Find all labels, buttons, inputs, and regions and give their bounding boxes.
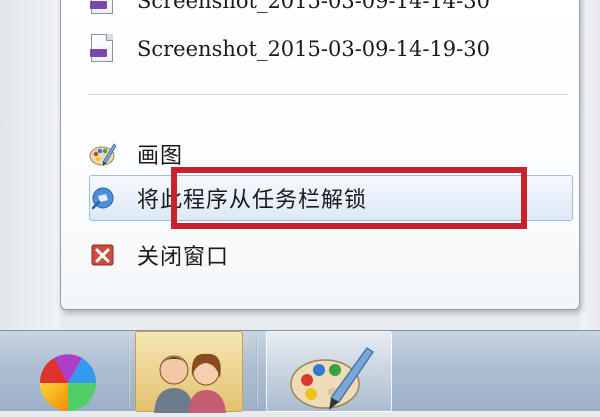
taskbar xyxy=(0,330,600,413)
taskbar-button-colorful-app[interactable] xyxy=(20,331,116,412)
taskbar-divider xyxy=(256,337,258,407)
paint-palette-icon xyxy=(290,347,374,410)
recent-item-label: Screenshot_2015-03-09-14-19-30 xyxy=(137,37,490,61)
task-open-paint[interactable]: 画图 xyxy=(89,134,183,174)
jump-list-menu: Screenshot_2015-03-09-14-14-30 Screensho… xyxy=(60,0,580,310)
task-close-window[interactable]: 关闭窗口 xyxy=(89,235,229,275)
recent-item-label: Screenshot_2015-03-09-14-14-30 xyxy=(137,0,490,13)
task-label: 将此程序从任务栏解锁 xyxy=(137,188,368,213)
close-window-icon xyxy=(91,244,114,266)
recent-item-1[interactable]: Screenshot_2015-03-09-14-14-30 xyxy=(90,0,490,21)
taskbar-button-paint[interactable] xyxy=(266,331,392,412)
colorful-app-icon xyxy=(39,354,97,411)
people-icon xyxy=(154,353,226,413)
task-label: 画图 xyxy=(137,144,184,169)
menu-separator xyxy=(87,94,569,95)
task-unpin-from-taskbar[interactable]: 将此程序从任务栏解锁 xyxy=(89,178,367,218)
task-label: 关闭窗口 xyxy=(137,245,230,270)
desktop-left-edge xyxy=(0,0,60,330)
image-file-icon xyxy=(90,34,115,64)
recent-item-2[interactable]: Screenshot_2015-03-09-14-19-30 xyxy=(90,29,490,69)
taskbar-divider xyxy=(128,337,130,407)
image-file-icon xyxy=(90,0,115,16)
desktop-right-edge xyxy=(580,0,600,330)
unpin-icon xyxy=(91,187,114,210)
paint-palette-icon xyxy=(89,143,117,166)
taskbar-button-people[interactable] xyxy=(135,331,243,413)
